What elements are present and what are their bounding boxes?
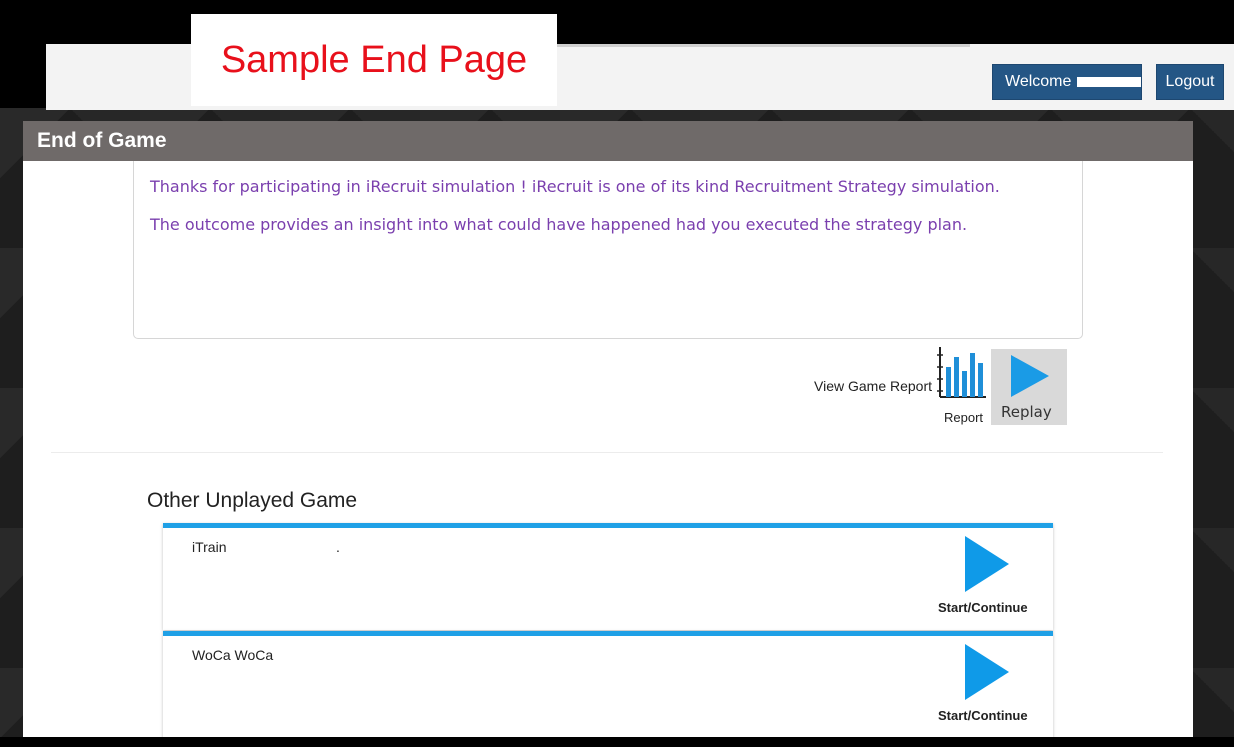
message-line-1: Thanks for participating in iRecruit sim… <box>150 177 1000 196</box>
bottom-edge <box>0 737 1234 747</box>
other-games-title: Other Unplayed Game <box>147 489 358 512</box>
start-continue-button[interactable]: Start/Continue <box>938 708 1028 723</box>
game-name: iTrain <box>192 539 227 555</box>
logout-button[interactable]: Logout <box>1156 64 1224 100</box>
annotation-label: Sample End Page <box>191 14 557 106</box>
start-continue-button[interactable]: Start/Continue <box>938 600 1028 615</box>
replay-label: Replay <box>1001 403 1052 421</box>
replay-button[interactable]: Replay <box>991 349 1067 425</box>
play-icon <box>1011 355 1049 397</box>
game-card-itrain: iTrain . Start/Continue <box>163 523 1053 630</box>
view-game-report-link[interactable]: View Game Report <box>814 378 932 394</box>
game-card-woca-woca: WoCa WoCa Start/Continue <box>163 631 1053 738</box>
section-divider <box>51 452 1163 453</box>
message-line-2: The outcome provides an insight into wha… <box>150 215 968 234</box>
report-icon-label: Report <box>944 410 984 425</box>
navbar-divider <box>556 44 970 47</box>
panel-title: End of Game <box>23 121 1193 161</box>
message-box: Thanks for participating in iRecruit sim… <box>133 161 1083 339</box>
welcome-label: Welcome <box>1005 73 1072 90</box>
game-name: WoCa WoCa <box>192 647 274 663</box>
play-icon[interactable] <box>963 642 1011 702</box>
bar-chart-icon[interactable] <box>936 345 988 403</box>
annotation-label-text: Sample End Page <box>220 38 528 81</box>
welcome-button[interactable]: Welcome <box>992 64 1142 100</box>
game-description: . <box>336 539 340 555</box>
play-icon[interactable] <box>963 534 1011 594</box>
redacted-username <box>1077 77 1141 87</box>
end-of-game-panel: End of Game Thanks for participating in … <box>23 121 1193 747</box>
